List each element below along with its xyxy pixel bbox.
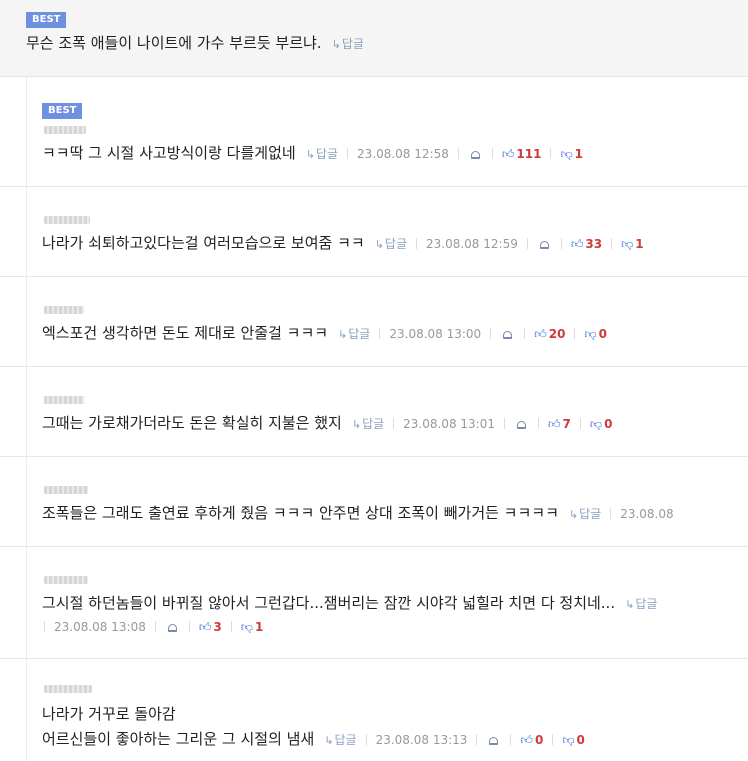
blurred-nickname: [44, 576, 88, 584]
downvote-button[interactable]: 👎︎ 1: [560, 147, 583, 161]
reply-button[interactable]: ↳답글: [332, 37, 364, 51]
best-badge: BEST: [26, 12, 67, 28]
comment-text: 어르신들이 좋아하는 그리운 그 시절의 냄새: [42, 730, 315, 748]
blurred-nickname: [44, 685, 92, 693]
parent-comment: BEST 무슨 조폭 애들이 나이트에 가수 부르듯 부르냐. ↳답글: [0, 0, 748, 77]
thumbs-up-icon: 👍︎: [501, 147, 515, 161]
comment-date: 23.08.08 12:58: [357, 147, 449, 161]
reply-button[interactable]: ↳답글: [625, 597, 657, 611]
comment-date: 23.08.08 13:01: [403, 417, 495, 431]
comment-row: 나라가 거꾸로 돌아감: [42, 704, 176, 724]
reply-button[interactable]: ↳답글: [338, 327, 370, 341]
comment-text: ㅋㅋ딱 그 시절 사고방식이랑 다를게없네: [42, 144, 296, 162]
thumbs-down-icon: 👎︎: [560, 147, 573, 161]
upvote-button[interactable]: 👍︎ 111: [502, 147, 542, 161]
upvote-button[interactable]: 👍︎ 20: [534, 327, 565, 341]
comment-date: 23.08.08 13:13: [375, 733, 468, 747]
report-bell-icon[interactable]: [539, 241, 549, 249]
upvote-button[interactable]: 👍︎ 33: [571, 237, 602, 251]
blurred-nickname: [44, 216, 90, 224]
reply-button[interactable]: ↳답글: [569, 507, 601, 521]
report-bell-icon[interactable]: [489, 737, 499, 745]
divider: [0, 546, 748, 547]
reply-arrow-icon: ↳: [374, 238, 384, 251]
thumbs-up-icon: 👍︎: [534, 327, 547, 341]
reply-arrow-icon: ↳: [351, 418, 362, 431]
thumbs-down-icon: 👎︎: [240, 620, 253, 634]
downvote-button[interactable]: 👎︎ 0: [562, 733, 585, 747]
report-bell-icon[interactable]: [167, 624, 177, 632]
upvote-button[interactable]: 👍︎ 3: [199, 620, 222, 634]
thumbs-up-icon: 👍︎: [548, 417, 561, 431]
comment-date: 23.08.08 13:08: [54, 620, 146, 634]
comment-text: 조폭들은 그래도 출연료 후하게 줬음 ㅋㅋㅋ 안주면 상대 조폭이 빼가거든 …: [42, 504, 559, 522]
reply-button[interactable]: ↳답글: [306, 147, 338, 161]
divider: [0, 276, 748, 277]
blurred-nickname: [44, 126, 86, 134]
thumbs-up-icon: 👍︎: [198, 620, 212, 634]
reply-button[interactable]: ↳답글: [324, 733, 356, 747]
thumbs-up-icon: 👍︎: [520, 733, 533, 747]
comment-row: 엑스포건 생각하면 돈도 제대로 안줄걸 ㅋㅋㅋ ↳답글 23.08.08 13:0…: [42, 323, 607, 345]
comment-meta-row: 23.08.08 13:08 👍︎ 3 👎︎ 1: [44, 616, 263, 637]
divider: [0, 186, 748, 187]
comment-date: 23.08.08 12:59: [426, 237, 518, 251]
blurred-nickname: [44, 396, 84, 404]
downvote-button[interactable]: 👎︎ 1: [621, 237, 644, 251]
comment-row: 나라가 쇠퇴하고있다는걸 여러모습으로 보여줌 ㅋㅋ ↳답글 23.08.08 12…: [42, 233, 644, 255]
comment-date: 23.08.08 13:00: [389, 327, 482, 341]
divider: [0, 366, 748, 367]
comment-row: 어르신들이 좋아하는 그리운 그 시절의 냄새 ↳답글 23.08.08 13:13…: [42, 729, 585, 751]
thumbs-up-icon: 👍︎: [570, 237, 584, 251]
parent-comment-body: 무슨 조폭 애들이 나이트에 가수 부르듯 부르냐. ↳답글: [26, 32, 364, 53]
reply-button[interactable]: ↳답글: [375, 237, 407, 251]
best-badge: BEST: [42, 103, 83, 119]
comment-row: ㅋㅋ딱 그 시절 사고방식이랑 다를게없네 ↳답글 23.08.08 12:58 👍︎…: [42, 143, 583, 165]
blurred-nickname: [44, 486, 88, 494]
comment-text: 그때는 가로채가더라도 돈은 확실히 지불은 했지: [42, 414, 342, 432]
thumbs-down-icon: 👎︎: [589, 417, 603, 431]
report-bell-icon[interactable]: [470, 151, 480, 159]
reply-arrow-icon: ↳: [625, 598, 635, 611]
comment-row: 그때는 가로채가더라도 돈은 확실히 지불은 했지 ↳답글 23.08.08 13:…: [42, 413, 612, 435]
report-bell-icon[interactable]: [517, 421, 526, 429]
upvote-button[interactable]: 👍︎ 0: [520, 733, 543, 747]
thumbs-down-icon: 👎︎: [584, 327, 597, 341]
comment-text: 엑스포건 생각하면 돈도 제대로 안줄걸 ㅋㅋㅋ: [42, 324, 329, 342]
comment-text: 나라가 거꾸로 돌아감: [42, 705, 176, 723]
thumbs-down-icon: 👎︎: [562, 733, 575, 747]
downvote-button[interactable]: 👎︎ 0: [590, 417, 613, 431]
comment-date: 23.08.08: [620, 507, 674, 521]
comment-text: 그시절 하던놈들이 바뀌질 않아서 그런갑다...잼버리는 잠깐 시야각 넓힐라…: [42, 594, 616, 612]
reply-arrow-icon: ↳: [305, 148, 315, 161]
comment-row: 조폭들은 그래도 출연료 후하게 줬음 ㅋㅋㅋ 안주면 상대 조폭이 빼가거든 …: [42, 503, 674, 525]
downvote-button[interactable]: 👎︎ 1: [241, 620, 264, 634]
reply-arrow-icon: ↳: [324, 734, 334, 747]
divider: [0, 658, 748, 659]
downvote-button[interactable]: 👎︎ 0: [584, 327, 607, 341]
reply-arrow-icon: ↳: [338, 328, 348, 341]
reply-button[interactable]: ↳답글: [352, 417, 384, 431]
report-bell-icon[interactable]: [503, 331, 513, 339]
thumbs-down-icon: 👎︎: [621, 237, 634, 251]
comment-text: 나라가 쇠퇴하고있다는걸 여러모습으로 보여줌 ㅋㅋ: [42, 234, 365, 252]
upvote-button[interactable]: 👍︎ 7: [548, 417, 571, 431]
comment-text: 무슨 조폭 애들이 나이트에 가수 부르듯 부르냐.: [26, 34, 322, 52]
reply-arrow-icon: ↳: [331, 38, 341, 51]
divider: [0, 456, 748, 457]
comment-row: 그시절 하던놈들이 바뀌질 않아서 그런갑다...잼버리는 잠깐 시야각 넓힐라…: [42, 593, 657, 615]
reply-arrow-icon: ↳: [568, 508, 579, 521]
blurred-nickname: [44, 306, 84, 314]
